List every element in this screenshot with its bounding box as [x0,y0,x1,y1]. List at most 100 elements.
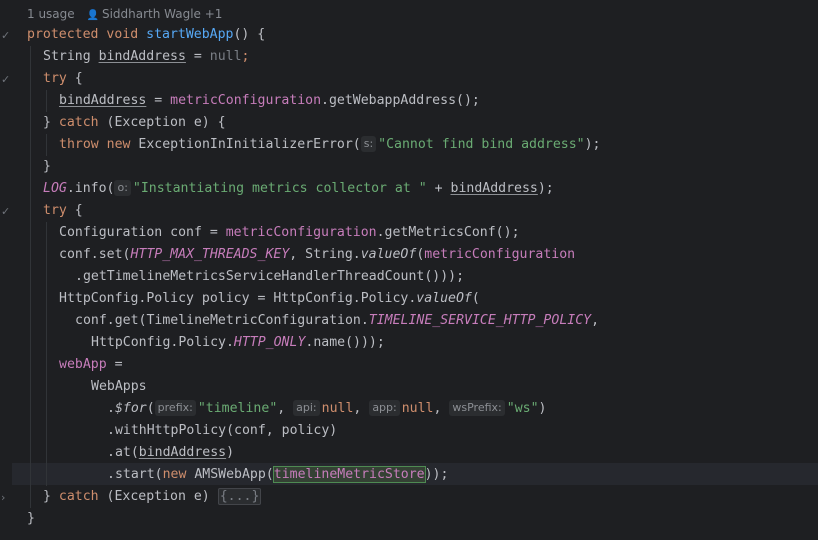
null-literal: null [209,49,242,64]
keyword: void [106,27,139,42]
indent-guide [46,134,47,156]
code-text: String [43,49,99,64]
code-text: conf.set( [59,247,131,262]
code-line[interactable]: } catch (Exception e) {...} [43,486,262,508]
code-line[interactable]: } [27,508,35,530]
keyword: catch [58,115,99,130]
parameter-hint: wsPrefix: [449,400,505,416]
field: webApp [59,357,107,372]
code-text: Configuration conf = [59,225,226,240]
usages-link[interactable]: 1 usage [27,7,75,21]
code-text: } [27,511,35,526]
code-line[interactable]: HttpConfig.Policy policy = HttpConfig.Po… [59,288,480,310]
keyword: try [43,71,67,86]
code-line[interactable]: WebApps [91,376,147,398]
indent-guide [46,222,47,486]
keyword: new [162,467,187,482]
code-text: ; [241,49,250,64]
code-line[interactable]: conf.set(HTTP_MAX_THREADS_KEY, String.va… [59,244,575,266]
method-name: startWebApp [146,27,234,42]
code-line[interactable]: try { [43,200,83,222]
code-line[interactable]: webApp = [59,354,123,376]
parameter-hint: api: [293,400,320,416]
code-line[interactable]: LOG.info(o: "Instantiating metrics collec… [43,178,554,200]
code-line[interactable]: .getTimelineMetricsServiceHandlerThreadC… [75,266,464,288]
code-line[interactable]: Configuration conf = metricConfiguration… [59,222,520,244]
code-line[interactable]: bindAddress = metricConfiguration.getWeb… [59,90,480,112]
code-text: .info( [66,181,115,196]
null-literal: null [401,401,434,416]
code-text: HttpConfig.Policy policy = HttpConfig.Po… [59,291,417,306]
code-text: ) [538,401,547,416]
code-text: .getMetricsConf(); [376,225,520,240]
code-line[interactable]: HttpConfig.Policy.HTTP_ONLY.name())); [91,332,385,354]
static-method: $for [114,401,147,416]
static-field: HTTP_ONLY [233,335,306,350]
code-text: (Exception e) [98,489,218,504]
keyword: throw [59,137,99,152]
keyword: protected [27,27,99,42]
code-text: ); [537,181,554,196]
string-literal: "Cannot find bind address" [378,137,585,152]
code-text: , [353,401,370,416]
code-text: AMSWebApp( [186,467,274,482]
parameter-hint: prefix: [154,400,196,416]
code-text: = [185,49,210,64]
code-line[interactable]: String bindAddress = null; [43,46,249,68]
code-text: , [277,401,294,416]
code-text: { [66,71,83,86]
code-text: . [107,401,115,416]
code-text: .withHttpPolicy(conf, policy) [107,423,338,438]
code-text: .getWebappAddress(); [321,93,480,108]
highlighted-identifier[interactable]: timelineMetricStore [272,466,426,483]
keyword: try [43,203,67,218]
code-line[interactable]: conf.get(TimelineMetricConfiguration.TIM… [75,310,599,332]
static-field: TIMELINE_SERVICE_HTTP_POLICY [368,313,592,328]
code-line[interactable]: .start(new AMSWebApp(timelineMetricStore… [107,464,448,486]
code-text: )); [424,467,449,482]
indent-guide [30,46,31,508]
code-line[interactable]: } [43,156,51,178]
static-method: valueOf [416,291,472,306]
code-line[interactable]: protected void startWebApp() { [27,24,265,46]
variable: bindAddress [98,49,186,64]
code-text: .start( [107,467,163,482]
code-line[interactable]: .at(bindAddress) [107,442,234,464]
code-text: = [106,357,123,372]
code-text: ) [226,445,235,460]
keyword: catch [58,489,99,504]
string-literal: "timeline" [197,401,278,416]
code-lens: 1 usage 👤 Siddharth Wagle +1 [27,5,222,23]
code-line[interactable]: try { [43,68,83,90]
code-text: ExceptionInInitializerError( [130,137,361,152]
person-icon: 👤 [86,10,99,21]
code-text: .getTimelineMetricsServiceHandlerThreadC… [75,269,465,284]
code-line[interactable]: .$for(prefix: "timeline", api: null, app: n… [107,398,546,420]
code-text: { [66,203,83,218]
authors-link[interactable]: Siddharth Wagle +1 [102,7,223,21]
code-line[interactable]: .withHttpPolicy(conf, policy) [107,420,337,442]
fold-marker-icon[interactable]: ✓ [1,205,10,218]
fold-collapsed-icon[interactable]: › [1,491,5,504]
static-field: HTTP_MAX_THREADS_KEY [130,247,290,262]
indent-guide [46,90,47,112]
code-text: } [43,159,51,174]
folded-block[interactable]: {...} [217,488,262,505]
string-literal: "ws" [506,401,539,416]
fold-marker-icon[interactable]: ✓ [1,29,10,42]
code-text: () { [233,27,266,42]
static-method: valueOf [360,247,417,262]
code-text: } [43,115,59,130]
variable: bindAddress [450,181,538,196]
static-field: LOG [43,181,67,196]
variable: bindAddress [59,93,147,108]
code-line[interactable]: } catch (Exception e) { [43,112,226,134]
code-text: , String. [289,247,361,262]
code-text: + [426,181,451,196]
null-literal: null [321,401,354,416]
parameter-hint: o: [114,180,131,196]
parameter-hint: s: [360,136,377,152]
code-text: ( [146,401,155,416]
fold-marker-icon[interactable]: ✓ [1,73,10,86]
code-line[interactable]: throw new ExceptionInInitializerError(s:… [59,134,601,156]
